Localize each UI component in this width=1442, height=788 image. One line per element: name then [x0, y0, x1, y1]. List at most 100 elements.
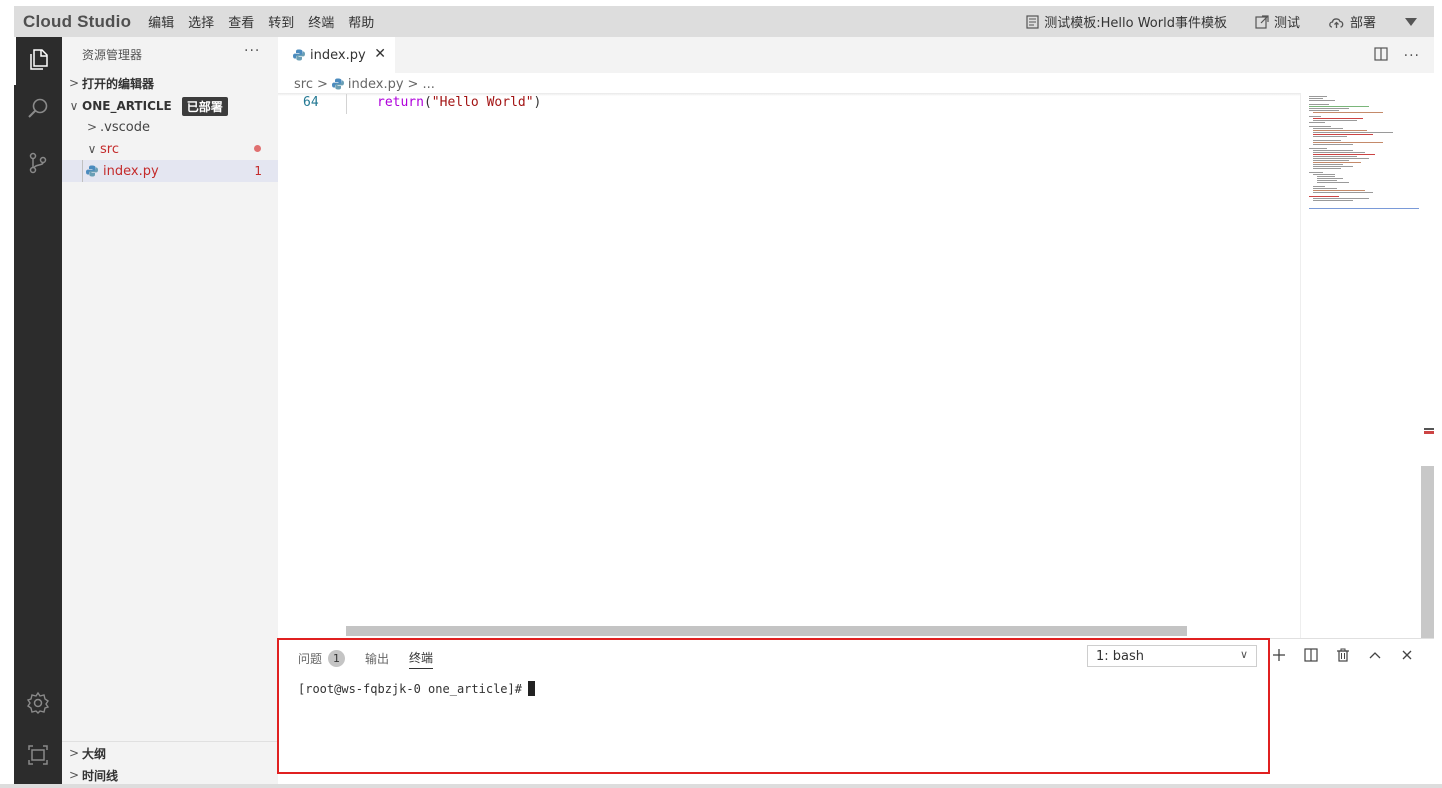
bottom-panel: [278, 638, 1434, 788]
new-terminal-icon[interactable]: [1270, 646, 1288, 664]
project-section[interactable]: ∨ ONE_ARTICLE 已部署: [62, 95, 278, 117]
chevron-right-icon: >: [68, 746, 80, 760]
terminal-output[interactable]: [root@ws-fqbzjk-0 one_article]#: [298, 681, 535, 696]
chevron-right-icon: >: [68, 768, 80, 782]
document-icon: [1026, 14, 1039, 29]
chevron-up-icon[interactable]: [1366, 646, 1384, 664]
code-line[interactable]: return("Hello World"): [377, 95, 541, 110]
deployed-badge: 已部署: [181, 96, 228, 116]
more-icon[interactable]: ···: [1404, 48, 1420, 64]
cloud-upload-icon: [1328, 15, 1345, 29]
minimap-preview: [1309, 96, 1419, 209]
terminal-cursor: [527, 681, 535, 696]
search-activity[interactable]: [14, 87, 62, 135]
editor-actions: ···: [1374, 47, 1420, 65]
gear-icon: [26, 691, 50, 719]
breadcrumb-src[interactable]: src: [294, 77, 313, 92]
scrollbar-thumb[interactable]: [1421, 466, 1434, 638]
code-keyword: return: [377, 95, 424, 110]
dropdown-button[interactable]: [1404, 17, 1418, 27]
source-control-activity[interactable]: [14, 141, 62, 189]
settings-activity[interactable]: [14, 681, 62, 729]
chevron-right-icon: >: [407, 76, 419, 92]
chevron-down-icon: ∨: [1239, 648, 1248, 661]
close-icon[interactable]: ✕: [374, 46, 386, 62]
modified-dot: [254, 145, 261, 152]
outline-label: 大纲: [82, 746, 107, 761]
trash-icon[interactable]: [1334, 646, 1352, 664]
terminal-select-value: 1: bash: [1096, 648, 1145, 664]
menu-edit[interactable]: 编辑: [141, 12, 181, 31]
project-name: ONE_ARTICLE: [82, 99, 172, 113]
brand-logo[interactable]: Cloud Studio: [23, 12, 131, 32]
breadcrumb-file[interactable]: index.py: [348, 77, 404, 92]
split-editor-icon[interactable]: [1374, 47, 1388, 65]
minimap[interactable]: [1300, 93, 1420, 638]
chevron-right-icon: >: [86, 120, 98, 134]
explorer-activity[interactable]: [14, 37, 62, 85]
tree-item-vscode[interactable]: > .vscode: [62, 116, 278, 138]
tab-output[interactable]: 输出: [365, 647, 389, 669]
more-actions-button[interactable]: ···: [244, 43, 260, 59]
tab-label: 输出: [365, 651, 390, 666]
code-editor[interactable]: [278, 93, 1300, 638]
tree-item-index-py[interactable]: index.py 1: [62, 160, 278, 182]
tab-index-py[interactable]: index.py ✕: [278, 37, 395, 73]
bottom-edge: [0, 784, 1442, 788]
line-number: 64: [303, 95, 319, 110]
terminal-prompt: [root@ws-fqbzjk-0 one_article]#: [298, 682, 522, 696]
problems-count-badge: 1: [328, 649, 346, 667]
tab-problems[interactable]: 问题 1: [298, 647, 346, 669]
explorer-sidebar: 资源管理器 ··· > 打开的编辑器 ∨ ONE_ARTICLE 已部署 > .…: [62, 37, 278, 788]
horizontal-scrollbar[interactable]: [346, 626, 1187, 636]
indent-guide: [82, 160, 83, 182]
code-string: "Hello World": [431, 95, 534, 110]
error-count: 1: [254, 164, 262, 178]
tab-label: index.py: [310, 47, 366, 63]
tree-item-label: .vscode: [100, 119, 150, 135]
open-editors-label: 打开的编辑器: [82, 76, 155, 91]
chevron-right-icon: >: [68, 76, 80, 90]
python-file-icon: [293, 49, 305, 61]
triangle-down-icon: [1404, 17, 1418, 27]
layout-activity[interactable]: [14, 733, 62, 781]
explorer-title: 资源管理器: [82, 48, 143, 62]
timeline-label: 时间线: [82, 768, 119, 783]
tab-terminal[interactable]: 终端: [409, 647, 434, 669]
menu-selection[interactable]: 选择: [181, 12, 221, 31]
terminal-select[interactable]: 1: bash ∨: [1087, 645, 1257, 667]
tree-item-src[interactable]: ∨ src: [62, 138, 278, 160]
open-editors-section[interactable]: > 打开的编辑器: [62, 72, 278, 94]
tree-item-label: src: [100, 141, 119, 157]
sidebar-divider: [62, 741, 278, 742]
menu-view[interactable]: 查看: [221, 12, 261, 31]
tree-item-label: index.py: [103, 163, 159, 179]
tab-label: 问题: [298, 651, 323, 666]
menu-help[interactable]: 帮助: [341, 12, 381, 31]
test-label: 测试: [1273, 16, 1300, 31]
menu-terminal[interactable]: 终端: [301, 12, 341, 31]
timeline-section[interactable]: > 时间线: [62, 764, 278, 786]
test-button[interactable]: 测试: [1255, 12, 1300, 31]
menu-bar: Cloud Studio 编辑 选择 查看 转到 终端 帮助 测试模板:Hell…: [14, 6, 1434, 37]
editor-tab-bar: index.py ✕ ···: [278, 37, 1434, 73]
breadcrumb-symbol[interactable]: ...: [422, 77, 434, 92]
chevron-right-icon: >: [316, 76, 328, 92]
close-icon[interactable]: [1398, 646, 1416, 664]
activity-bar: [14, 37, 62, 788]
chevron-down-icon: ∨: [87, 142, 97, 156]
menu-goto[interactable]: 转到: [261, 12, 301, 31]
template-selector[interactable]: 测试模板:Hello World事件模板: [1026, 12, 1227, 31]
files-icon: [26, 47, 50, 75]
split-terminal-icon[interactable]: [1302, 646, 1320, 664]
tab-label: 终端: [409, 651, 434, 665]
search-icon: [26, 97, 50, 125]
menu-right-actions: 测试模板:Hello World事件模板 测试 部署: [1026, 6, 1434, 37]
chevron-down-icon: ∨: [69, 99, 79, 113]
deploy-button[interactable]: 部署: [1328, 12, 1376, 31]
scroll-position-marker: [1424, 428, 1434, 430]
indent-guide: [346, 94, 347, 114]
panel-actions: [1270, 646, 1416, 664]
outline-section[interactable]: > 大纲: [62, 742, 278, 764]
panel-tabs: 问题 1 输出 终端: [298, 647, 434, 669]
